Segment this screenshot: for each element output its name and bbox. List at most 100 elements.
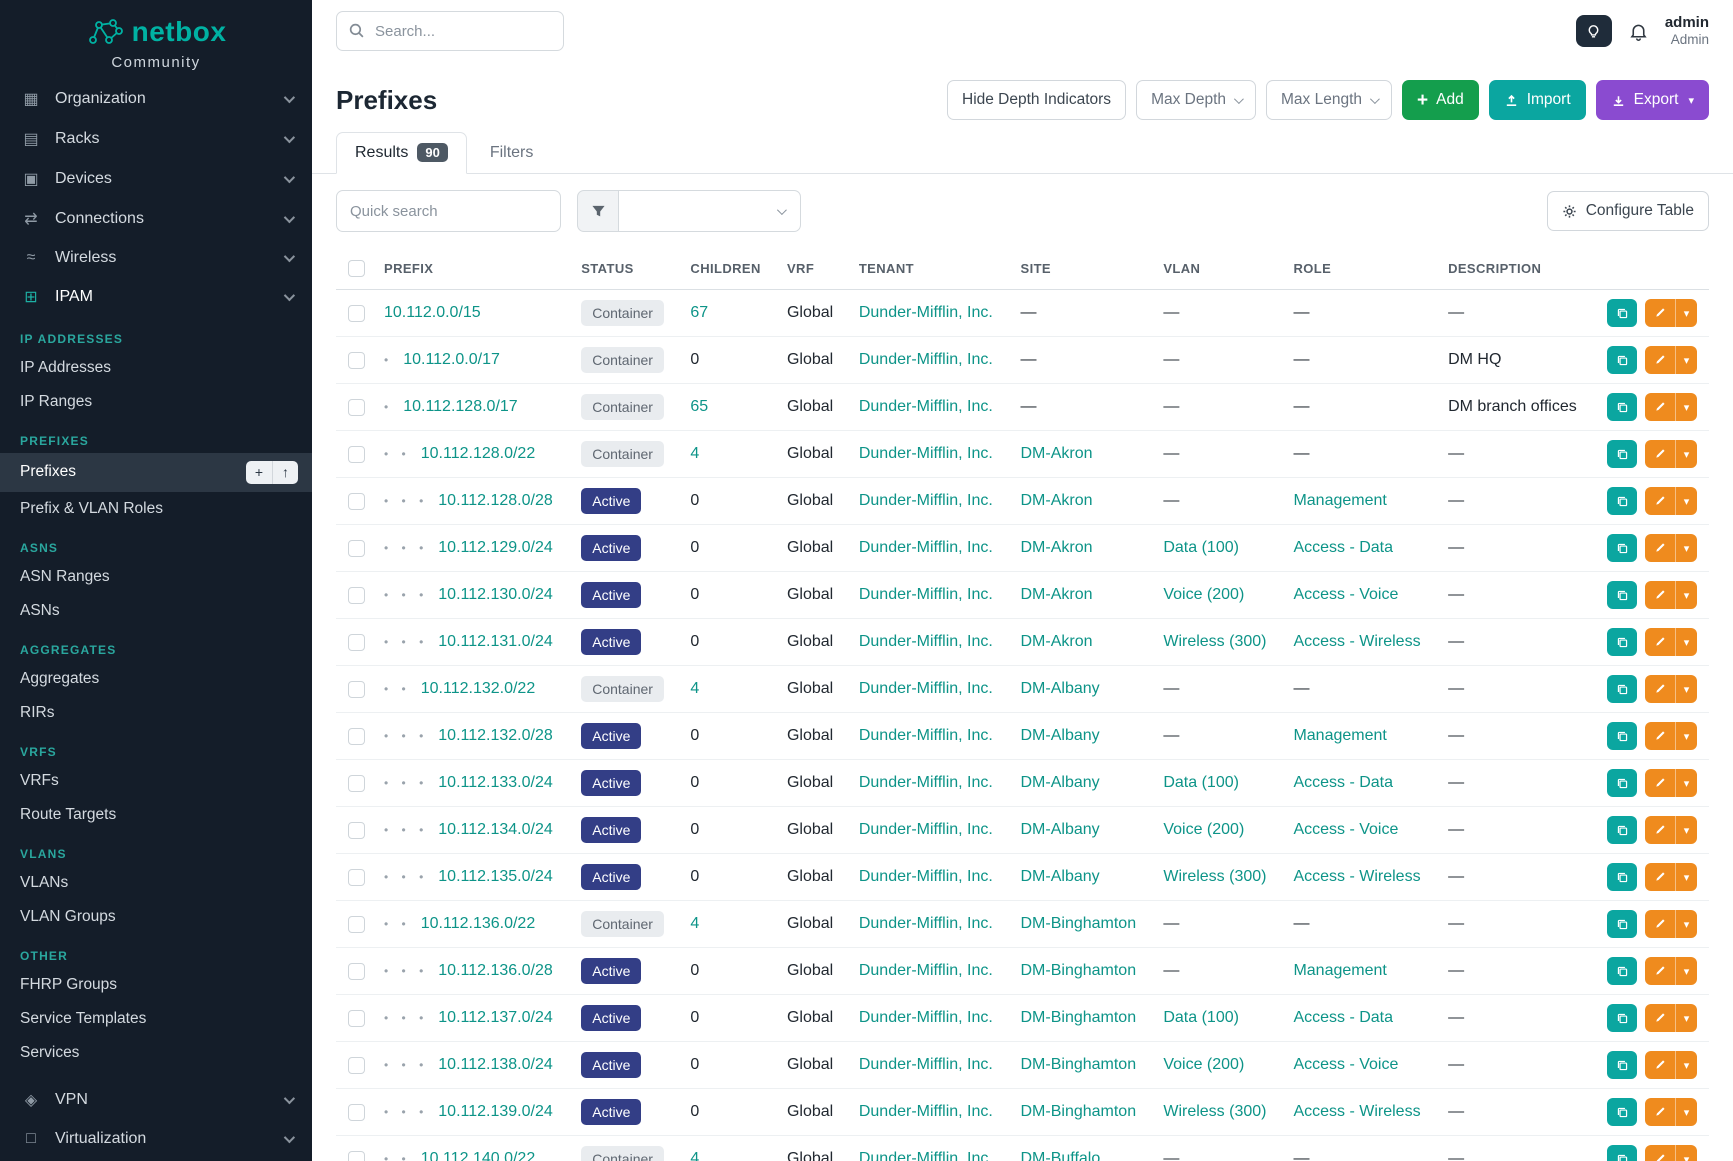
- edit-dropdown-button[interactable]: ▾: [1675, 910, 1697, 938]
- column-header-prefix[interactable]: PREFIX: [372, 248, 569, 290]
- row-checkbox[interactable]: [348, 634, 365, 651]
- sidebar-item-prefix-vlan-roles[interactable]: Prefix & VLAN Roles: [0, 492, 312, 526]
- site-link[interactable]: DM-Binghamton: [1021, 1056, 1137, 1073]
- edit-button[interactable]: [1645, 299, 1675, 327]
- vlan-link[interactable]: Voice (200): [1163, 1056, 1244, 1073]
- row-checkbox[interactable]: [348, 775, 365, 792]
- prefix-link[interactable]: 10.112.130.0/24: [438, 586, 552, 603]
- prefix-link[interactable]: 10.112.135.0/24: [438, 868, 552, 885]
- edit-dropdown-button[interactable]: ▾: [1675, 1051, 1697, 1079]
- sidebar-item-fhrp-groups[interactable]: FHRP Groups: [0, 968, 312, 1002]
- site-link[interactable]: DM-Akron: [1021, 633, 1093, 650]
- edit-button[interactable]: [1645, 816, 1675, 844]
- global-search-input[interactable]: [336, 11, 564, 51]
- plus-icon[interactable]: +: [246, 461, 272, 484]
- vlan-link[interactable]: Wireless (300): [1163, 868, 1266, 885]
- row-checkbox[interactable]: [348, 728, 365, 745]
- prefix-link[interactable]: 10.112.140.0/22: [421, 1150, 535, 1161]
- tenant-link[interactable]: Dunder-Mifflin, Inc.: [859, 962, 993, 979]
- edit-button[interactable]: [1645, 957, 1675, 985]
- site-link[interactable]: DM-Akron: [1021, 586, 1093, 603]
- children-link[interactable]: 67: [690, 304, 708, 321]
- sidebar-item-aggregates[interactable]: Aggregates: [0, 662, 312, 696]
- role-link[interactable]: Access - Data: [1293, 539, 1393, 556]
- prefix-link[interactable]: 10.112.128.0/28: [438, 492, 552, 509]
- prefix-link[interactable]: 10.112.137.0/24: [438, 1009, 552, 1026]
- edit-button[interactable]: [1645, 393, 1675, 421]
- row-checkbox[interactable]: [348, 681, 365, 698]
- edit-dropdown-button[interactable]: ▾: [1675, 440, 1697, 468]
- prefix-link[interactable]: 10.112.132.0/22: [421, 680, 535, 697]
- copy-button[interactable]: [1607, 722, 1637, 750]
- brand[interactable]: netbox Community: [0, 0, 312, 79]
- site-link[interactable]: DM-Albany: [1021, 868, 1100, 885]
- copy-button[interactable]: [1607, 1051, 1637, 1079]
- tenant-link[interactable]: Dunder-Mifflin, Inc.: [859, 539, 993, 556]
- role-link[interactable]: Access - Wireless: [1293, 1103, 1420, 1120]
- edit-dropdown-button[interactable]: ▾: [1675, 346, 1697, 374]
- edit-button[interactable]: [1645, 863, 1675, 891]
- role-link[interactable]: Management: [1293, 727, 1386, 744]
- import-icon[interactable]: ↑: [272, 461, 298, 484]
- copy-button[interactable]: [1607, 816, 1637, 844]
- vlan-link[interactable]: Data (100): [1163, 539, 1239, 556]
- column-header-site[interactable]: SITE: [1009, 248, 1152, 290]
- tenant-link[interactable]: Dunder-Mifflin, Inc.: [859, 445, 993, 462]
- tenant-link[interactable]: Dunder-Mifflin, Inc.: [859, 304, 993, 321]
- edit-button[interactable]: [1645, 722, 1675, 750]
- copy-button[interactable]: [1607, 393, 1637, 421]
- edit-dropdown-button[interactable]: ▾: [1675, 581, 1697, 609]
- edit-dropdown-button[interactable]: ▾: [1675, 487, 1697, 515]
- tenant-link[interactable]: Dunder-Mifflin, Inc.: [859, 351, 993, 368]
- sidebar-item-ip-ranges[interactable]: IP Ranges: [0, 385, 312, 419]
- prefix-link[interactable]: 10.112.138.0/24: [438, 1056, 552, 1073]
- add-button[interactable]: + Add: [1402, 80, 1479, 120]
- row-checkbox[interactable]: [348, 916, 365, 933]
- copy-button[interactable]: [1607, 675, 1637, 703]
- tab-filters[interactable]: Filters: [471, 132, 553, 174]
- sidebar-item-prefixes[interactable]: Prefixes+↑: [0, 453, 312, 492]
- site-link[interactable]: DM-Binghamton: [1021, 1103, 1137, 1120]
- tenant-link[interactable]: Dunder-Mifflin, Inc.: [859, 398, 993, 415]
- row-checkbox[interactable]: [348, 869, 365, 886]
- edit-button[interactable]: [1645, 487, 1675, 515]
- prefix-link[interactable]: 10.112.134.0/24: [438, 821, 552, 838]
- sidebar-item-asns[interactable]: ASNs: [0, 594, 312, 628]
- import-button[interactable]: Import: [1489, 80, 1586, 120]
- saved-filter-select[interactable]: [619, 190, 801, 232]
- edit-dropdown-button[interactable]: ▾: [1675, 957, 1697, 985]
- copy-button[interactable]: [1607, 299, 1637, 327]
- edit-dropdown-button[interactable]: ▾: [1675, 534, 1697, 562]
- site-link[interactable]: DM-Binghamton: [1021, 962, 1137, 979]
- role-link[interactable]: Access - Wireless: [1293, 633, 1420, 650]
- row-checkbox[interactable]: [348, 1010, 365, 1027]
- children-link[interactable]: 4: [690, 445, 699, 462]
- tenant-link[interactable]: Dunder-Mifflin, Inc.: [859, 821, 993, 838]
- filter-button[interactable]: [577, 190, 619, 232]
- tenant-link[interactable]: Dunder-Mifflin, Inc.: [859, 915, 993, 932]
- site-link[interactable]: DM-Binghamton: [1021, 915, 1137, 932]
- tenant-link[interactable]: Dunder-Mifflin, Inc.: [859, 680, 993, 697]
- max-length-dropdown[interactable]: Max Length: [1266, 80, 1392, 120]
- children-link[interactable]: 4: [690, 680, 699, 697]
- site-link[interactable]: DM-Akron: [1021, 445, 1093, 462]
- row-checkbox[interactable]: [348, 1057, 365, 1074]
- select-all-checkbox[interactable]: [348, 260, 365, 277]
- row-checkbox[interactable]: [348, 399, 365, 416]
- tenant-link[interactable]: Dunder-Mifflin, Inc.: [859, 1103, 993, 1120]
- edit-button[interactable]: [1645, 1145, 1675, 1161]
- edit-dropdown-button[interactable]: ▾: [1675, 299, 1697, 327]
- prefix-link[interactable]: 10.112.131.0/24: [438, 633, 552, 650]
- sidebar-item-vlan-groups[interactable]: VLAN Groups: [0, 900, 312, 934]
- tenant-link[interactable]: Dunder-Mifflin, Inc.: [859, 492, 993, 509]
- hide-depth-indicators-button[interactable]: Hide Depth Indicators: [947, 80, 1126, 120]
- sidebar-item-vlans[interactable]: VLANs: [0, 866, 312, 900]
- edit-dropdown-button[interactable]: ▾: [1675, 816, 1697, 844]
- row-checkbox[interactable]: [348, 305, 365, 322]
- prefix-link[interactable]: 10.112.128.0/22: [421, 445, 535, 462]
- column-header-role[interactable]: ROLE: [1281, 248, 1436, 290]
- tab-results[interactable]: Results 90: [336, 132, 467, 174]
- edit-button[interactable]: [1645, 910, 1675, 938]
- role-link[interactable]: Access - Data: [1293, 774, 1393, 791]
- role-link[interactable]: Access - Voice: [1293, 586, 1398, 603]
